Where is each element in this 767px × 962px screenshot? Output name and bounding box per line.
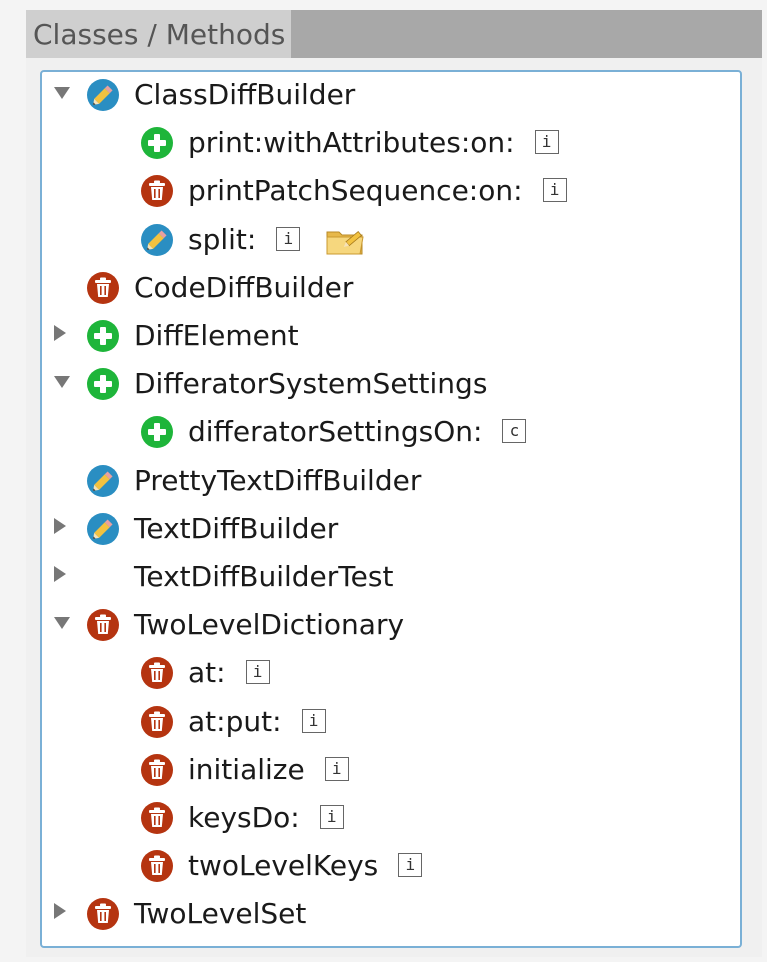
instance-side-badge: i [398, 853, 423, 878]
tree-row-label: TwoLevelSet [134, 897, 307, 931]
class-method-tree[interactable]: ClassDiffBuilder print:withAttributes:on:… [40, 70, 742, 948]
tree-row[interactable]: print:withAttributes:on: i [42, 120, 742, 166]
instance-side-badge: i [245, 660, 270, 685]
pencil-modified-icon [86, 512, 120, 546]
plus-added-icon [86, 367, 120, 401]
tree-row[interactable]: CodeDiffBuilder [42, 265, 742, 311]
expand-arrow-down-icon[interactable] [54, 617, 70, 630]
trash-removed-icon [86, 608, 120, 642]
tree-row-label: keysDo: [188, 801, 300, 834]
expand-arrow-right-icon[interactable] [54, 325, 66, 341]
folder-edit-icon [324, 223, 368, 259]
tree-row-label: TwoLevelDictionary [134, 608, 405, 642]
instance-side-badge: i [542, 178, 567, 203]
tree-row[interactable]: PrettyTextDiffBuilder [42, 458, 742, 504]
tree-row-label: PrettyTextDiffBuilder [134, 463, 422, 497]
tree-row[interactable]: at:put: i [42, 699, 742, 745]
instance-side-badge: i [276, 226, 301, 251]
tree-row-label: DifferatorSystemSettings [134, 367, 488, 401]
trash-removed-icon [140, 656, 174, 690]
tree-row[interactable]: initialize i [42, 747, 742, 793]
tree-row[interactable]: twoLevelKeys i [42, 843, 742, 889]
tree-row-label: twoLevelKeys [188, 849, 379, 883]
tree-row[interactable]: TextDiffBuilderTest [42, 554, 742, 600]
instance-side-badge: i [324, 756, 349, 781]
plus-added-icon [86, 319, 120, 353]
pencil-modified-icon [140, 223, 174, 257]
tree-row[interactable]: TextDiffBuilder [42, 506, 742, 552]
expand-arrow-down-icon[interactable] [54, 376, 70, 389]
expand-arrow-right-icon[interactable] [54, 566, 66, 582]
tree-row-label: DiffElement [134, 319, 299, 352]
expand-arrow-right-icon[interactable] [54, 517, 66, 534]
plus-added-icon [140, 126, 174, 160]
trash-removed-icon [140, 849, 174, 883]
tree-row-label: print:withAttributes:on: [188, 126, 515, 160]
tree-row[interactable]: ClassDiffBuilder [42, 72, 742, 118]
tree-row[interactable]: differatorSettingsOn: c [42, 409, 742, 455]
trash-removed-icon [140, 801, 174, 835]
instance-side-badge: i [301, 708, 326, 733]
tree-row-label: differatorSettingsOn: [188, 415, 483, 449]
instance-side-badge: i [319, 805, 344, 829]
tree-row-label: initialize [188, 752, 305, 786]
expand-arrow-down-icon[interactable] [54, 87, 70, 99]
trash-removed-icon [140, 753, 174, 787]
trash-removed-icon [86, 271, 120, 305]
tree-row[interactable]: TwoLevelDictionary [42, 602, 742, 648]
trash-removed-icon [140, 705, 174, 739]
trash-removed-icon [86, 897, 120, 931]
tree-row-label: at:put: [188, 704, 282, 738]
classes-methods-panel: Classes / Methods ClassDiffBuilder print:… [26, 10, 762, 957]
tree-row[interactable]: printPatchSequence:on: i [42, 168, 742, 214]
tree-row-label: at: [188, 656, 226, 690]
class-side-badge: c [502, 419, 527, 444]
tree-row[interactable]: keysDo: i [42, 795, 742, 841]
tree-row[interactable]: TwoLevelSet [42, 891, 742, 937]
tree-row[interactable]: at: i [42, 650, 742, 696]
pencil-modified-icon [86, 464, 120, 498]
tree-row-label: CodeDiffBuilder [134, 270, 354, 304]
tree-row-label: TextDiffBuilder [134, 511, 339, 545]
tree-row[interactable]: DiffElement [42, 313, 742, 359]
tree-row-label: printPatchSequence:on: [188, 174, 523, 208]
trash-removed-icon [140, 174, 174, 208]
panel-header: Classes / Methods [26, 10, 762, 58]
tree-row-label: TextDiffBuilderTest [134, 560, 394, 593]
tree-row[interactable]: DifferatorSystemSettings [42, 361, 742, 407]
expand-arrow-right-icon[interactable] [54, 903, 66, 920]
tree-row-label: split: [188, 222, 257, 256]
tree-row-label: ClassDiffBuilder [134, 78, 356, 111]
instance-side-badge: i [534, 130, 559, 155]
plus-added-icon [140, 415, 174, 449]
pencil-modified-icon [86, 78, 120, 112]
panel-title: Classes / Methods [26, 10, 292, 58]
tree-row[interactable]: split: i [42, 217, 742, 263]
